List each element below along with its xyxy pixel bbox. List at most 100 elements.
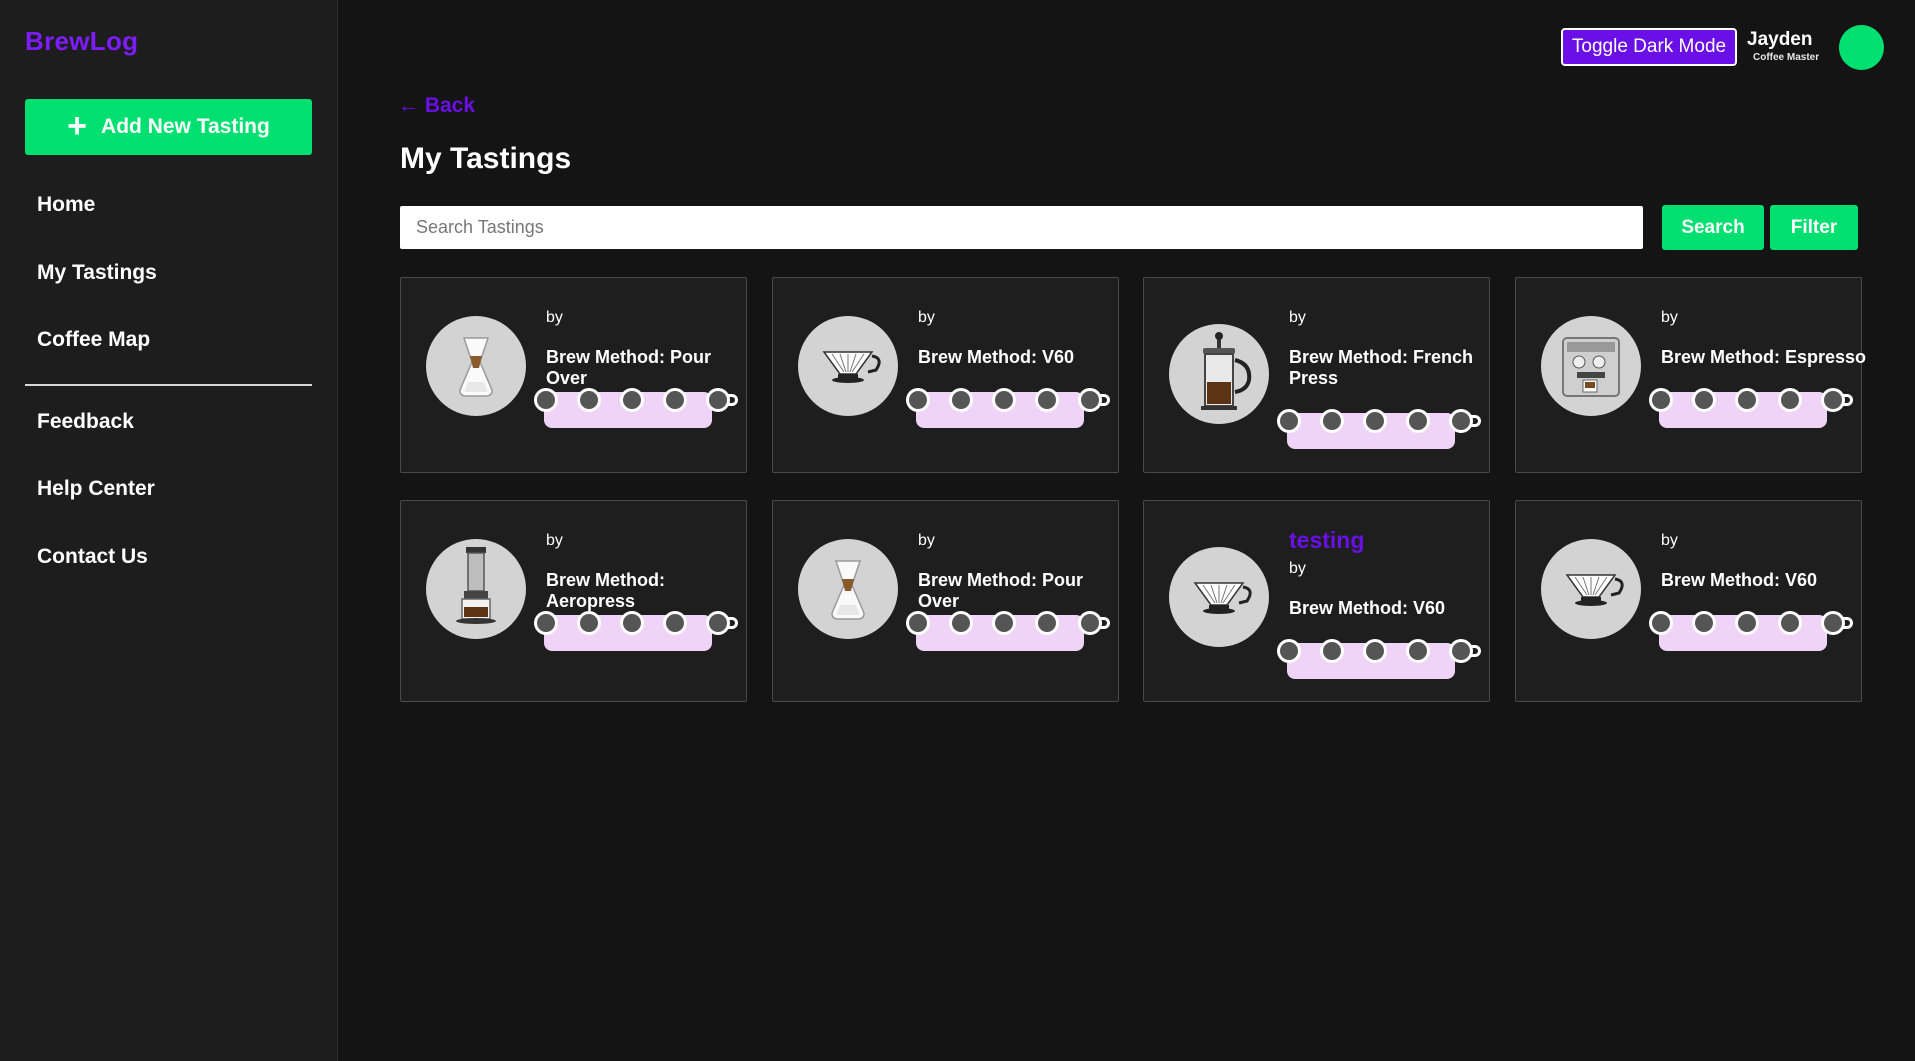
coffee-cup-icon[interactable] xyxy=(1821,611,1845,635)
tasting-card[interactable]: by Brew Method: V60 xyxy=(772,277,1119,473)
coffee-cup-icon[interactable] xyxy=(1406,409,1430,433)
sidebar-item-feedback[interactable]: Feedback xyxy=(37,410,134,434)
cup-rating[interactable] xyxy=(534,611,738,651)
v60-dripper-icon xyxy=(1541,539,1641,639)
cup-handle-icon xyxy=(1471,645,1481,657)
coffee-cup-icon[interactable] xyxy=(1277,639,1301,663)
user-role: Coffee Master xyxy=(1753,52,1820,63)
search-input[interactable] xyxy=(400,206,1643,249)
coffee-cup-icon[interactable] xyxy=(949,388,973,412)
coffee-cup-icon[interactable] xyxy=(992,388,1016,412)
cup-handle-icon xyxy=(1843,617,1853,629)
coffee-cup-icon[interactable] xyxy=(1035,388,1059,412)
tasting-author: by xyxy=(1661,532,1678,549)
tasting-author: by xyxy=(1289,560,1306,577)
cup-rating[interactable] xyxy=(1277,639,1481,679)
coffee-cup-icon[interactable] xyxy=(1778,388,1802,412)
coffee-cup-icon[interactable] xyxy=(1320,409,1344,433)
french-press-icon xyxy=(1169,324,1269,424)
tasting-card[interactable]: by Brew Method: Pour Over xyxy=(400,277,747,473)
coffee-cup-icon[interactable] xyxy=(1735,611,1759,635)
sidebar: BrewLog + Add New Tasting Home My Tastin… xyxy=(0,0,338,1061)
app-root: BrewLog + Add New Tasting Home My Tastin… xyxy=(0,0,1915,1061)
coffee-cup-icon[interactable] xyxy=(534,611,558,635)
coffee-cup-icon[interactable] xyxy=(1078,611,1102,635)
coffee-cup-icon[interactable] xyxy=(1821,388,1845,412)
coffee-cup-icon[interactable] xyxy=(1078,388,1102,412)
app-logo[interactable]: BrewLog xyxy=(25,26,138,57)
back-link[interactable]: ← Back xyxy=(398,94,475,118)
coffee-cup-icon[interactable] xyxy=(906,388,930,412)
tasting-card[interactable]: by Brew Method: French Press xyxy=(1143,277,1490,473)
tasting-author: by xyxy=(546,309,563,326)
sidebar-item-my-tastings[interactable]: My Tastings xyxy=(37,261,157,285)
coffee-cup-icon[interactable] xyxy=(1277,409,1301,433)
add-new-tasting-label: Add New Tasting xyxy=(101,115,270,138)
tasting-card[interactable]: testing by Brew Method: V60 xyxy=(1143,500,1490,702)
cup-handle-icon xyxy=(728,394,738,406)
tasting-brew-method: Brew Method: Pour Over xyxy=(918,570,1083,611)
aeropress-icon xyxy=(426,539,526,639)
tasting-card[interactable]: by Brew Method: Aeropress xyxy=(400,500,747,702)
v60-dripper-icon xyxy=(1169,547,1269,647)
tasting-brew-method: Brew Method: V60 xyxy=(1661,570,1818,590)
sidebar-item-home[interactable]: Home xyxy=(37,193,95,217)
coffee-cup-icon[interactable] xyxy=(706,388,730,412)
toggle-dark-mode-button[interactable]: Toggle Dark Mode xyxy=(1561,28,1737,66)
tasting-brew-method: Brew Method: French Press xyxy=(1289,347,1474,388)
coffee-cup-icon[interactable] xyxy=(620,388,644,412)
cup-rating[interactable] xyxy=(1649,611,1853,651)
cup-rating[interactable] xyxy=(906,611,1110,651)
coffee-cup-icon[interactable] xyxy=(663,388,687,412)
tasting-author: by xyxy=(1289,309,1306,326)
coffee-cup-icon[interactable] xyxy=(534,388,558,412)
coffee-cup-icon[interactable] xyxy=(1649,388,1673,412)
coffee-cup-icon[interactable] xyxy=(1692,388,1716,412)
tasting-brew-method: Brew Method: V60 xyxy=(1289,598,1446,618)
cup-rating[interactable] xyxy=(1649,388,1853,428)
tasting-author: by xyxy=(546,532,563,549)
coffee-cup-icon[interactable] xyxy=(1035,611,1059,635)
cup-handle-icon xyxy=(1471,415,1481,427)
coffee-cup-icon[interactable] xyxy=(1449,409,1473,433)
sidebar-item-contact-us[interactable]: Contact Us xyxy=(37,545,148,569)
chemex-icon xyxy=(426,316,526,416)
coffee-cup-icon[interactable] xyxy=(1449,639,1473,663)
coffee-cup-icon[interactable] xyxy=(1692,611,1716,635)
coffee-cup-icon[interactable] xyxy=(620,611,644,635)
coffee-cup-icon[interactable] xyxy=(949,611,973,635)
coffee-cup-icon[interactable] xyxy=(1735,388,1759,412)
cup-rating[interactable] xyxy=(906,388,1110,428)
cup-handle-icon xyxy=(1100,617,1110,629)
tasting-brew-method: Brew Method: V60 xyxy=(918,347,1075,367)
sidebar-item-help-center[interactable]: Help Center xyxy=(37,477,155,501)
coffee-cup-icon[interactable] xyxy=(1363,409,1387,433)
coffee-cup-icon[interactable] xyxy=(577,611,601,635)
cup-rating[interactable] xyxy=(1277,409,1481,449)
coffee-cup-icon[interactable] xyxy=(1320,639,1344,663)
coffee-cup-icon[interactable] xyxy=(706,611,730,635)
coffee-cup-icon[interactable] xyxy=(663,611,687,635)
tasting-card[interactable]: by Brew Method: V60 xyxy=(1515,500,1862,702)
cup-handle-icon xyxy=(1100,394,1110,406)
coffee-cup-icon[interactable] xyxy=(1649,611,1673,635)
filter-button[interactable]: Filter xyxy=(1770,205,1858,250)
cup-handle-icon xyxy=(1843,394,1853,406)
espresso-machine-icon xyxy=(1541,316,1641,416)
coffee-cup-icon[interactable] xyxy=(1406,639,1430,663)
add-new-tasting-button[interactable]: + Add New Tasting xyxy=(25,99,312,155)
cup-rating[interactable] xyxy=(534,388,738,428)
tasting-card[interactable]: by Brew Method: Espresso xyxy=(1515,277,1866,473)
coffee-cup-icon[interactable] xyxy=(1363,639,1387,663)
search-button[interactable]: Search xyxy=(1662,205,1764,250)
tasting-brew-method: Brew Method: Espresso xyxy=(1661,347,1867,367)
sidebar-item-coffee-map[interactable]: Coffee Map xyxy=(37,328,150,352)
tasting-author: by xyxy=(918,309,935,326)
tasting-brew-method: Brew Method: Aeropress xyxy=(546,570,665,611)
tasting-card[interactable]: by Brew Method: Pour Over xyxy=(772,500,1119,702)
avatar[interactable] xyxy=(1839,25,1884,70)
coffee-cup-icon[interactable] xyxy=(577,388,601,412)
coffee-cup-icon[interactable] xyxy=(1778,611,1802,635)
coffee-cup-icon[interactable] xyxy=(906,611,930,635)
coffee-cup-icon[interactable] xyxy=(992,611,1016,635)
